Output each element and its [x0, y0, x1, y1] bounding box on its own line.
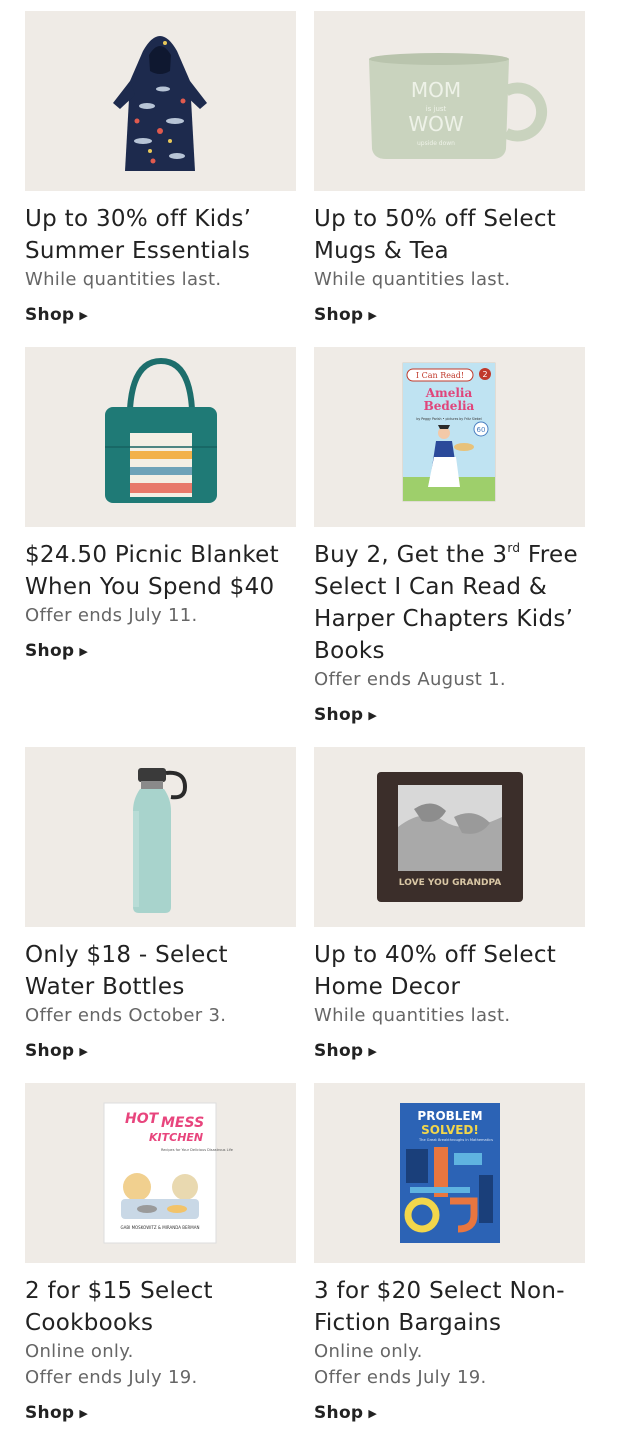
- promo-image-picture-frame[interactable]: LOVE YOU GRANDPA: [314, 747, 585, 927]
- shop-link-label: Shop: [314, 1041, 364, 1061]
- shop-link[interactable]: Shop ▶: [25, 641, 88, 661]
- book-level-text: 2: [482, 370, 487, 379]
- shop-link[interactable]: Shop ▶: [314, 305, 377, 325]
- shop-link-label: Shop: [25, 641, 75, 661]
- promo-card-kids-summer[interactable]: Up to 30% off Kids’ Summer Essentials Wh…: [25, 11, 296, 325]
- mug-icon: MOM is just WOW upside down: [369, 53, 548, 159]
- shop-link[interactable]: Shop ▶: [314, 705, 377, 725]
- promo-card-picnic-blanket[interactable]: $24.50 Picnic Blanket When You Spend $40…: [25, 347, 296, 661]
- mug-text-upside: upside down: [417, 140, 455, 147]
- promo-detail: While quantities last.: [25, 269, 222, 290]
- shop-link-label: Shop: [314, 305, 364, 325]
- promo-detail: Offer ends July 19.: [314, 1367, 487, 1388]
- promo-title-ordinal: rd: [507, 541, 521, 555]
- shop-link[interactable]: Shop ▶: [25, 305, 88, 325]
- caret-right-icon: ▶: [368, 1044, 378, 1058]
- cookbook-title-kitchen: KITCHEN: [149, 1131, 203, 1144]
- cookbook-subtitle: Recipes for Your Delicious Disastrous Li…: [161, 1148, 233, 1152]
- promo-image-problem-solved[interactable]: PROBLEM SOLVED! The Great Breakthroughs …: [314, 1083, 585, 1263]
- shop-link-label: Shop: [314, 1403, 364, 1423]
- promo-title-part: Buy 2, Get the 3: [314, 542, 508, 568]
- shop-link-label: Shop: [25, 1041, 75, 1061]
- mug-text-mom: MOM: [411, 78, 461, 102]
- cookbook-title-hot: HOT: [125, 1111, 160, 1127]
- hooded-towel-icon: [113, 36, 207, 171]
- caret-right-icon: ▶: [79, 644, 89, 658]
- promo-image-water-bottle[interactable]: [25, 747, 296, 927]
- caret-right-icon: ▶: [79, 1406, 89, 1420]
- caret-right-icon: ▶: [368, 708, 378, 722]
- cookbook-title-mess: MESS: [161, 1115, 204, 1131]
- promo-image-amelia-bedelia[interactable]: I Can Read! 2 Amelia Bedelia by Peggy Pa…: [314, 347, 585, 527]
- promo-detail: While quantities last.: [314, 1005, 511, 1026]
- book-authors-text: by Peggy Parish • pictures by Fritz Sieb…: [416, 417, 481, 421]
- picture-frame-icon: LOVE YOU GRANDPA: [377, 772, 523, 902]
- promo-title: $24.50 Picnic Blanket When You Spend $40: [25, 542, 279, 600]
- book-cover-icon: I Can Read! 2 Amelia Bedelia by Peggy Pa…: [402, 362, 496, 502]
- nonfiction-title-line2: SOLVED!: [421, 1123, 479, 1137]
- promo-title: Up to 40% off Select Home Decor: [314, 942, 557, 1000]
- promo-image-cookbook[interactable]: HOT MESS KITCHEN Recipes for Your Delici…: [25, 1083, 296, 1263]
- shop-link[interactable]: Shop ▶: [314, 1041, 377, 1061]
- promo-card-home-decor[interactable]: LOVE YOU GRANDPA Up to 40% off Select Ho…: [314, 747, 585, 1061]
- cookbook-cover-icon: HOT MESS KITCHEN Recipes for Your Delici…: [103, 1102, 233, 1244]
- shop-link[interactable]: Shop ▶: [25, 1403, 88, 1423]
- book-title-line2: Bedelia: [424, 399, 475, 413]
- promo-card-water-bottles[interactable]: Only $18 - Select Water Bottles Offer en…: [25, 747, 296, 1061]
- promo-title: Only $18 - Select Water Bottles: [25, 942, 228, 1000]
- promo-detail: Offer ends July 11.: [25, 605, 198, 626]
- book-cover-icon: PROBLEM SOLVED! The Great Breakthroughs …: [400, 1103, 500, 1243]
- water-bottle-icon: [133, 768, 188, 913]
- promo-image-hooded-towel[interactable]: [25, 11, 296, 191]
- promo-card-non-fiction[interactable]: PROBLEM SOLVED! The Great Breakthroughs …: [314, 1083, 585, 1423]
- mug-text-wow: WOW: [408, 112, 464, 136]
- shop-link-label: Shop: [25, 1403, 75, 1423]
- nonfiction-subtitle: The Great Breakthroughs in Mathematics: [418, 1138, 493, 1142]
- book-badge-text: 60: [477, 426, 486, 434]
- promo-title: Up to 50% off Select Mugs & Tea: [314, 206, 557, 264]
- frame-caption-text: LOVE YOU GRANDPA: [399, 878, 501, 888]
- promo-title: 2 for $15 Select Cookbooks: [25, 1278, 213, 1336]
- picnic-blanket-tote-icon: [105, 357, 217, 503]
- shop-link[interactable]: Shop ▶: [314, 1403, 377, 1423]
- promo-detail: While quantities last.: [314, 269, 511, 290]
- promo-detail: Offer ends October 3.: [25, 1005, 227, 1026]
- shop-link-label: Shop: [314, 705, 364, 725]
- shop-link-label: Shop: [25, 305, 75, 325]
- promo-title: Up to 30% off Kids’ Summer Essentials: [25, 206, 252, 264]
- book-series-text: I Can Read!: [416, 371, 464, 380]
- promo-card-cookbooks[interactable]: HOT MESS KITCHEN Recipes for Your Delici…: [25, 1083, 296, 1423]
- promo-detail: Online only.: [314, 1341, 423, 1362]
- promo-image-mug[interactable]: MOM is just WOW upside down: [314, 11, 585, 191]
- nonfiction-title-line1: PROBLEM: [417, 1109, 482, 1123]
- cookbook-authors-text: GABI MOSKOWITZ & MIRANDA BERMAN: [121, 1225, 200, 1230]
- promo-detail: Offer ends August 1.: [314, 669, 506, 690]
- promo-card-mugs-tea[interactable]: MOM is just WOW upside down Up to 50% of…: [314, 11, 585, 325]
- promo-image-picnic-blanket[interactable]: [25, 347, 296, 527]
- promo-detail: Online only.: [25, 1341, 134, 1362]
- book-title-line1: Amelia: [425, 386, 473, 400]
- caret-right-icon: ▶: [368, 308, 378, 322]
- promo-title: Buy 2, Get the 3rd Free Select I Can Rea…: [314, 539, 585, 667]
- promo-card-i-can-read[interactable]: I Can Read! 2 Amelia Bedelia by Peggy Pa…: [314, 347, 585, 725]
- caret-right-icon: ▶: [368, 1406, 378, 1420]
- caret-right-icon: ▶: [79, 308, 89, 322]
- caret-right-icon: ▶: [79, 1044, 89, 1058]
- promo-detail: Offer ends July 19.: [25, 1367, 198, 1388]
- promo-title: 3 for $20 Select Non-Fiction Bargains: [314, 1278, 565, 1336]
- shop-link[interactable]: Shop ▶: [25, 1041, 88, 1061]
